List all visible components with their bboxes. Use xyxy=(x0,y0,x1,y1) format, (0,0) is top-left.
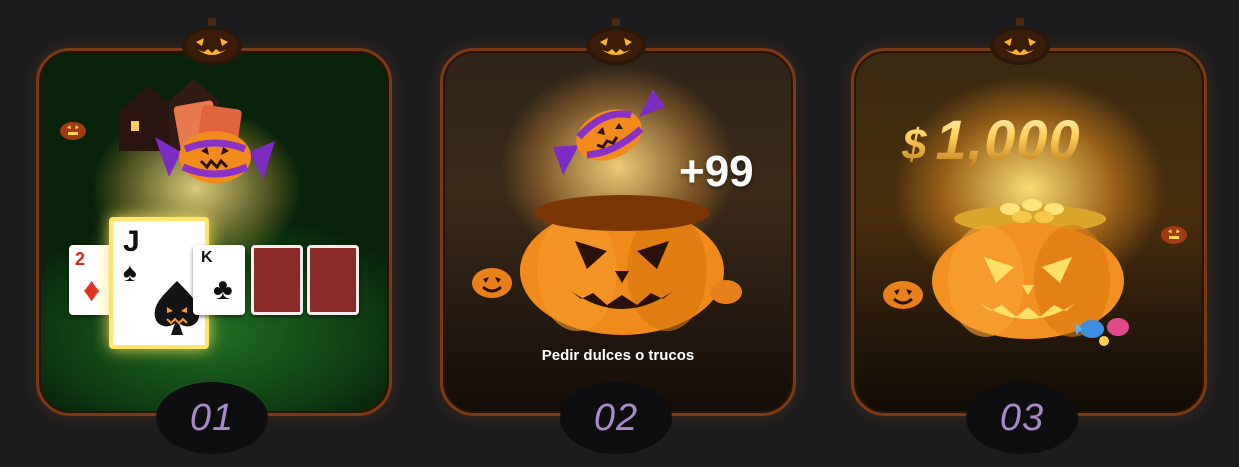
prize-value: 1,000 xyxy=(935,108,1081,171)
small-pumpkin-icon xyxy=(883,281,923,309)
card-suit-spade-icon: ♠ xyxy=(123,257,137,287)
card-rank: J xyxy=(123,225,140,258)
step-card-3[interactable]: $1,000 xyxy=(851,48,1207,416)
step-number-2: 02 xyxy=(560,382,672,454)
card-suit-club-icon: ♣ xyxy=(213,273,233,306)
card-suit-diamond-icon: ♦ xyxy=(83,271,101,309)
jack-o-lantern-icon xyxy=(990,18,1050,65)
small-jack-o-lantern-icon xyxy=(1161,226,1187,244)
step-card-1[interactable]: 2 ♦ J ♠ K ♣ xyxy=(36,48,392,416)
pumpkin-bucket-icon xyxy=(520,195,724,335)
card-rank: K xyxy=(201,249,213,266)
candy-icon xyxy=(155,100,275,183)
small-jack-o-lantern-icon xyxy=(60,122,86,140)
wrapped-candies-icon xyxy=(1076,318,1129,346)
prize-amount: $1,000 xyxy=(902,107,1081,172)
prize-currency-icon: $ xyxy=(902,120,928,169)
small-pumpkin-icon xyxy=(710,280,742,304)
step-number-1: 01 xyxy=(156,382,268,454)
small-pumpkin-icon xyxy=(472,268,512,298)
face-down-card xyxy=(307,245,359,315)
candy-icon xyxy=(553,89,665,175)
playing-card-king-clubs: K ♣ xyxy=(193,245,245,315)
face-down-card xyxy=(251,245,303,315)
card-rank: 2 xyxy=(75,249,86,269)
jack-o-lantern-icon xyxy=(586,18,646,65)
trick-or-treat-caption: Pedir dulces o trucos xyxy=(541,347,695,364)
jack-o-lantern-icon xyxy=(182,18,242,65)
step-card-2[interactable]: +99 Pedir dulces o trucos xyxy=(440,48,796,416)
step-number-3: 03 xyxy=(966,382,1078,454)
